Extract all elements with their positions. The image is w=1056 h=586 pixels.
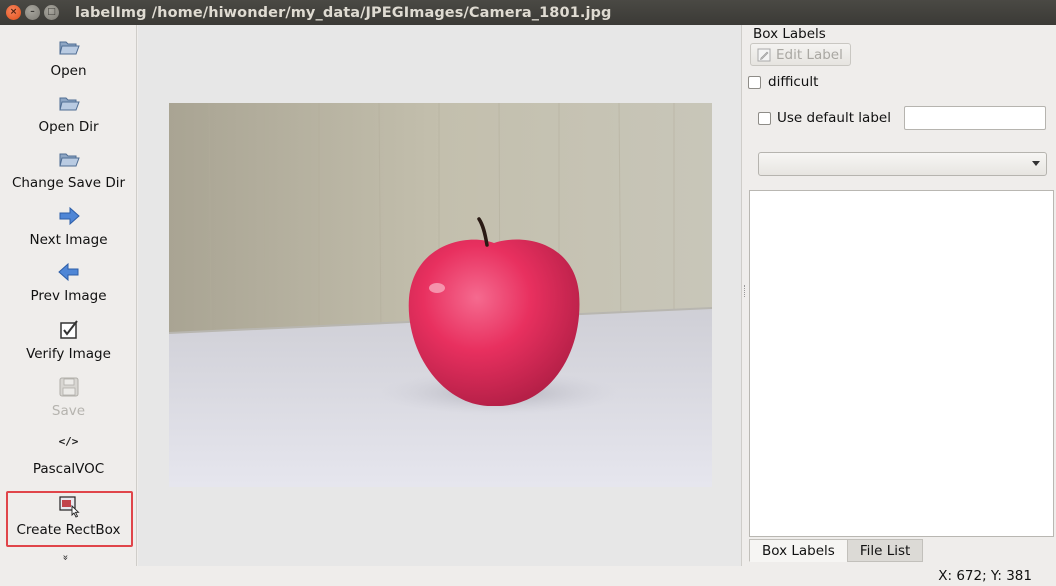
pascalvoc-button[interactable]: </> PascalVOC: [0, 435, 137, 477]
close-window-button[interactable]: ×: [6, 5, 21, 20]
folder-open-icon: [58, 41, 80, 55]
difficult-label: difficult: [768, 74, 819, 90]
folder-open-icon: [58, 153, 80, 167]
arrow-right-icon: [59, 206, 80, 226]
tab-box-labels[interactable]: Box Labels: [749, 539, 848, 562]
open-dir-label: Open Dir: [38, 119, 99, 135]
title-bar: × – □ labelImg /home/hiwonder/my_data/JP…: [0, 0, 1056, 25]
cursor-coordinates: X: 672; Y: 381: [938, 568, 1032, 584]
label-list[interactable]: [749, 190, 1054, 537]
status-bar: X: 672; Y: 381: [0, 566, 1056, 586]
verify-image-label: Verify Image: [26, 346, 111, 362]
create-rectbox-button[interactable]: Create RectBox: [0, 494, 137, 538]
change-save-dir-label: Change Save Dir: [11, 175, 126, 191]
toolbar-more-button[interactable]: »: [59, 552, 71, 563]
label-combo-box[interactable]: [758, 152, 1047, 176]
use-default-label-checkbox[interactable]: [758, 111, 771, 125]
edit-pencil-icon: [757, 48, 771, 61]
save-button[interactable]: Save: [0, 375, 137, 419]
minimize-window-button[interactable]: –: [25, 5, 40, 20]
maximize-window-button[interactable]: □: [44, 5, 59, 20]
close-icon: ×: [9, 7, 18, 17]
checkbox-icon: [59, 320, 78, 339]
default-label-input[interactable]: [904, 106, 1046, 130]
toolbar: Open Open Dir Change Save Dir Next Image: [0, 25, 137, 566]
apple-photo: [169, 103, 712, 487]
use-default-label-text: Use default label: [777, 110, 891, 126]
annotated-image[interactable]: [169, 103, 712, 487]
create-rect-icon: [58, 496, 80, 518]
pascalvoc-label: PascalVOC: [32, 461, 105, 477]
tab-file-list[interactable]: File List: [846, 539, 924, 562]
folder-open-icon: [58, 97, 80, 111]
edit-label-text: Edit Label: [776, 46, 843, 63]
dock-title: Box Labels: [753, 26, 826, 42]
labelimg-window: × – □ labelImg /home/hiwonder/my_data/JP…: [0, 0, 1056, 586]
change-save-dir-button[interactable]: Change Save Dir: [0, 147, 137, 191]
create-rectbox-label: Create RectBox: [16, 522, 121, 538]
open-dir-button[interactable]: Open Dir: [0, 91, 137, 135]
next-image-label: Next Image: [29, 232, 108, 248]
save-label: Save: [51, 403, 86, 419]
open-button[interactable]: Open: [0, 35, 137, 79]
chevron-down-icon: [1032, 161, 1040, 166]
minimize-icon: –: [30, 7, 35, 17]
prev-image-button[interactable]: Prev Image: [0, 260, 137, 304]
window-controls: × – □: [6, 5, 59, 20]
maximize-icon: □: [47, 7, 56, 17]
use-default-label-row[interactable]: Use default label: [758, 110, 891, 126]
next-image-button[interactable]: Next Image: [0, 204, 137, 248]
window-title: labelImg /home/hiwonder/my_data/JPEGImag…: [75, 4, 612, 21]
dock-tabs: Box Labels File List: [749, 539, 924, 562]
edit-label-button[interactable]: Edit Label: [750, 43, 851, 66]
floppy-disk-icon: [59, 377, 78, 397]
arrow-left-icon: [57, 262, 78, 282]
difficult-checkbox-row[interactable]: difficult: [748, 74, 818, 90]
chevron-double-down-icon: »: [59, 554, 71, 561]
open-label: Open: [50, 63, 87, 79]
image-canvas[interactable]: [138, 25, 742, 566]
prev-image-label: Prev Image: [30, 288, 107, 304]
code-tag-icon: </>: [58, 435, 79, 448]
verify-image-button[interactable]: Verify Image: [0, 318, 137, 362]
difficult-checkbox[interactable]: [748, 75, 761, 89]
box-labels-dock: Box Labels Edit Label difficult Use defa…: [747, 25, 1056, 566]
